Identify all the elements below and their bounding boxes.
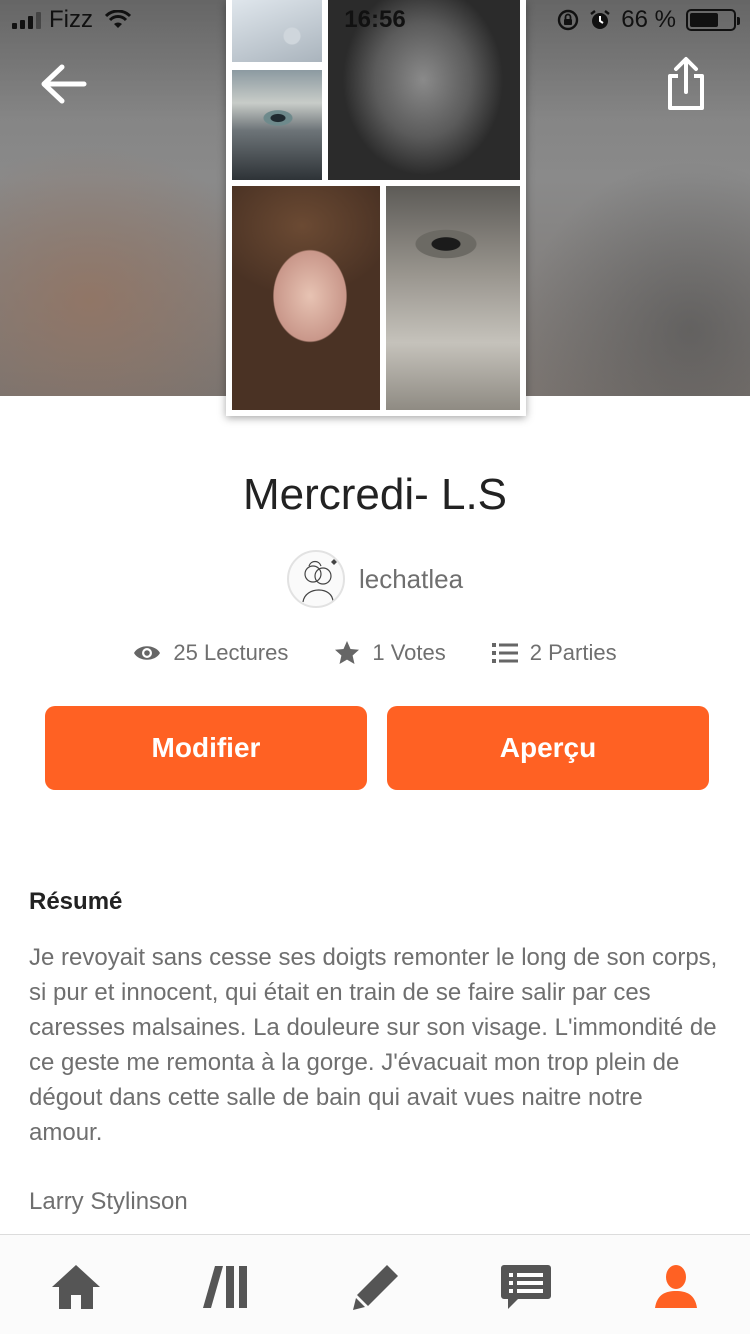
star-icon: [335, 641, 360, 664]
summary-text: Je revoyait sans cesse ses doigts remont…: [29, 944, 718, 1146]
summary-heading: Résumé: [29, 888, 123, 915]
author-row[interactable]: lechatlea: [0, 550, 750, 608]
back-button[interactable]: [38, 62, 90, 106]
story-stats: 25 Lectures 1 Votes 2 Parties: [0, 640, 750, 666]
story-title: Mercredi- L.S: [242, 470, 508, 519]
nav-library[interactable]: [196, 1259, 256, 1315]
library-icon: [203, 1266, 247, 1308]
nav-home[interactable]: [46, 1259, 106, 1315]
nav-profile[interactable]: [646, 1259, 706, 1315]
cover-image-portrait-2: [232, 186, 380, 410]
nav-messages[interactable]: [496, 1259, 556, 1315]
reads-count: 25 Lectures: [173, 640, 289, 665]
share-icon: [668, 57, 704, 110]
alarm-icon: [590, 10, 611, 29]
parts-count: 2 Parties: [529, 640, 617, 665]
nav-write[interactable]: [346, 1259, 406, 1315]
battery-level-fill: [690, 13, 718, 27]
orientation-lock-icon: [558, 9, 579, 31]
edit-button[interactable]: Modifier: [45, 706, 367, 790]
status-bar: Fizz 16:56 66 %: [0, 0, 750, 40]
stat-reads: 25 Lectures: [133, 640, 288, 666]
profile-icon: [655, 1265, 697, 1308]
status-right: 66 %: [557, 6, 740, 34]
story-tags: Larry Stylinson: [29, 1188, 188, 1215]
cover-image-eye-tear: [386, 186, 520, 410]
home-icon: [52, 1265, 100, 1309]
bottom-nav: [0, 1234, 750, 1334]
list-icon: [491, 643, 518, 663]
stat-parts: 2 Parties: [491, 640, 617, 666]
eye-icon: [134, 646, 161, 660]
votes-count: 1 Votes: [372, 640, 446, 665]
battery-icon: [686, 9, 740, 31]
avatar-drawing-icon: [302, 559, 337, 603]
cover-image-eye-sky: [232, 70, 322, 180]
write-icon: [353, 1265, 398, 1310]
avatar[interactable]: [286, 550, 345, 608]
share-button[interactable]: [664, 56, 708, 112]
preview-button[interactable]: Aperçu: [387, 706, 709, 790]
stat-votes: 1 Votes: [334, 640, 446, 666]
story-cover[interactable]: [226, 0, 526, 416]
messages-icon: [501, 1265, 551, 1309]
battery-percent: 66 %: [621, 6, 676, 33]
author-name[interactable]: lechatlea: [359, 564, 463, 595]
arrow-left-icon: [41, 64, 87, 104]
